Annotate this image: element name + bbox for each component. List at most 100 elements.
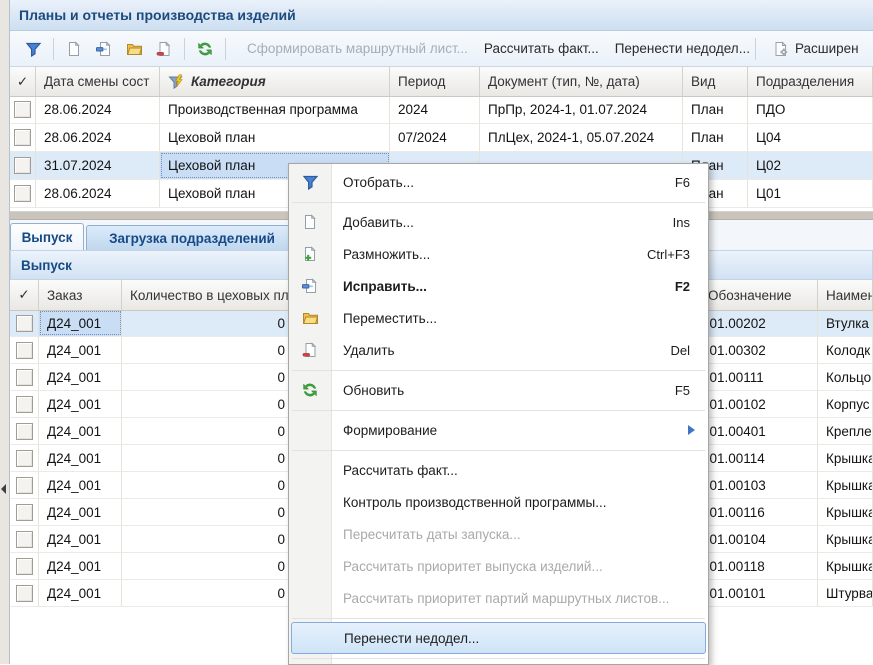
tab-zagruzka-podrazdelenij[interactable]: Загрузка подразделений: [86, 225, 298, 250]
menu-item[interactable]: ОбновитьF5: [289, 374, 708, 406]
row-checkbox[interactable]: [14, 101, 31, 118]
cell-kind: План: [683, 96, 748, 123]
cell-date: 28.06.2024: [36, 124, 160, 151]
row-select-cell[interactable]: [10, 472, 39, 498]
cell-date: 28.06.2024: [36, 96, 160, 123]
output-col-code-header[interactable]: Обозначение: [700, 280, 818, 310]
doc-edit-icon: [302, 278, 318, 294]
row-checkbox[interactable]: [16, 477, 33, 494]
doc-delete-icon: [302, 342, 318, 358]
plans-col-date-header[interactable]: Дата смены сост: [36, 67, 160, 96]
output-select-all-header[interactable]: ✓: [10, 280, 39, 310]
row-checkbox[interactable]: [16, 315, 33, 332]
output-col-qty-header[interactable]: Количество в цеховых пл: [122, 280, 292, 310]
cell-qty: 0: [122, 310, 292, 336]
menu-icon-box: [289, 174, 331, 190]
menu-item[interactable]: УдалитьDel: [289, 334, 708, 366]
menu-item-label: Перенести недодел...: [344, 631, 479, 646]
menu-item[interactable]: Отобрать... F6: [289, 166, 708, 198]
menu-item[interactable]: Переместить...: [289, 302, 708, 334]
row-select-cell[interactable]: [10, 418, 39, 444]
cell-code: 001.00401: [700, 418, 818, 444]
row-select-cell[interactable]: [10, 96, 36, 123]
toolbar-filter-button[interactable]: [18, 36, 48, 62]
output-col-name-header[interactable]: Наимен: [818, 280, 873, 310]
row-checkbox[interactable]: [16, 558, 33, 575]
toolbar-button[interactable]: Рассчитать факт...: [484, 41, 599, 56]
plans-table-row[interactable]: 28.06.2024Производственная программа2024…: [10, 96, 873, 124]
collapse-left-arrow-icon[interactable]: [1, 484, 6, 494]
plans-col-document-header[interactable]: Документ (тип, №, дата): [480, 67, 683, 96]
row-checkbox[interactable]: [16, 585, 33, 602]
row-select-cell[interactable]: [10, 580, 39, 606]
output-col-order-header[interactable]: Заказ: [39, 280, 122, 310]
menu-separator: [289, 406, 708, 414]
cell-division: Ц01: [748, 180, 873, 207]
toolbar-doc-delete-button[interactable]: [149, 36, 179, 62]
row-select-cell[interactable]: [10, 310, 39, 336]
row-select-cell[interactable]: [10, 526, 39, 552]
menu-item[interactable]: Перенести недодел...: [291, 622, 706, 654]
cell-code: 001.00103: [700, 472, 818, 498]
folder-open-icon: [302, 310, 318, 326]
row-checkbox[interactable]: [16, 342, 33, 359]
cell-division: Ц02: [748, 152, 873, 179]
row-select-cell[interactable]: [10, 499, 39, 525]
cell-name: Корпус: [818, 391, 873, 417]
row-select-cell[interactable]: [10, 124, 36, 151]
cell-qty: 0: [122, 418, 292, 444]
menu-item[interactable]: Контроль производственной программы...: [289, 486, 708, 518]
toolbar-refresh-button[interactable]: [190, 36, 220, 62]
cell-code: 001.00302: [700, 337, 818, 363]
cell-name: Кольцо: [818, 364, 873, 390]
toolbar-extended-button[interactable]: Расширен: [773, 41, 859, 57]
menu-item-label: Отобрать...: [343, 175, 414, 190]
toolbar-button[interactable]: Перенести недодел...: [615, 41, 750, 56]
toolbar-doc-new-button[interactable]: [59, 36, 89, 62]
toolbar-separator: [225, 38, 226, 60]
cell-qty: 0: [122, 580, 292, 606]
row-select-cell[interactable]: [10, 180, 36, 207]
row-checkbox[interactable]: [16, 423, 33, 440]
menu-item[interactable]: Размножить...Ctrl+F3: [289, 238, 708, 270]
cell-order: Д24_001: [39, 445, 122, 471]
row-select-cell[interactable]: [10, 364, 39, 390]
row-select-cell[interactable]: [10, 445, 39, 471]
row-select-cell[interactable]: [10, 152, 36, 179]
collapse-splitter[interactable]: [0, 0, 10, 664]
row-checkbox[interactable]: [16, 504, 33, 521]
row-checkbox[interactable]: [14, 129, 31, 146]
plans-col-kind-header[interactable]: Вид: [683, 67, 748, 96]
menu-shortcut: Ins: [673, 215, 690, 230]
menu-item[interactable]: Формирование: [289, 414, 708, 446]
plans-col-category-header[interactable]: Категория: [160, 67, 390, 96]
cell-qty: 0: [122, 364, 292, 390]
row-checkbox[interactable]: [14, 157, 31, 174]
row-checkbox[interactable]: [16, 531, 33, 548]
menu-item[interactable]: Рассчитать факт...: [289, 454, 708, 486]
plans-col-division-header[interactable]: Подразделения: [748, 67, 873, 96]
row-select-cell[interactable]: [10, 391, 39, 417]
plans-table-row[interactable]: 28.06.2024Цеховой план07/2024ПлЦех, 2024…: [10, 124, 873, 152]
menu-item[interactable]: Добавить...Ins: [289, 206, 708, 238]
cell-order: Д24_001: [39, 499, 122, 525]
menu-item[interactable]: Исправить...F2: [289, 270, 708, 302]
row-checkbox[interactable]: [16, 396, 33, 413]
row-checkbox[interactable]: [16, 450, 33, 467]
toolbar-folder-open-button[interactable]: [119, 36, 149, 62]
tab-vypusk[interactable]: Выпуск: [10, 223, 84, 250]
menu-shortcut: F6: [675, 175, 690, 190]
row-checkbox[interactable]: [14, 185, 31, 202]
cell-order: Д24_001: [39, 418, 122, 444]
menu-shortcut: F5: [675, 383, 690, 398]
row-checkbox[interactable]: [16, 369, 33, 386]
plans-col-period-header[interactable]: Период: [390, 67, 480, 96]
plans-select-all-header[interactable]: ✓: [10, 67, 36, 96]
cell-qty: 0: [122, 391, 292, 417]
toolbar-doc-edit-button[interactable]: [89, 36, 119, 62]
row-select-cell[interactable]: [10, 553, 39, 579]
menu-item: Рассчитать приоритет выпуска изделий...: [289, 550, 708, 582]
row-select-cell[interactable]: [10, 337, 39, 363]
cell-code: 001.00118: [700, 553, 818, 579]
filter-sort-icon: [168, 74, 186, 90]
